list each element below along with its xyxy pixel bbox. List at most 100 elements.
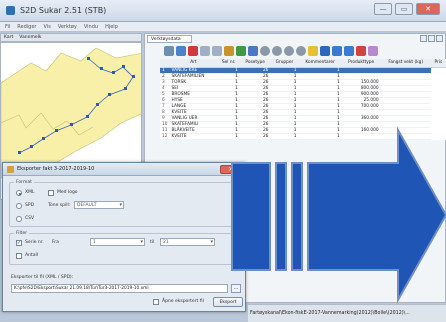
filter-icon[interactable] [248, 46, 258, 56]
table-toolbar [160, 44, 446, 58]
map-land [1, 47, 141, 179]
tone-label: Tone spill: [48, 203, 71, 208]
format-xml-radio[interactable] [16, 190, 22, 196]
col-group-header[interactable]: Grupper [270, 59, 299, 68]
col-comment-header[interactable]: Kommentarer [298, 59, 342, 68]
window-title: S2D Sukar 2.51 (STB) [20, 6, 107, 15]
play-icon[interactable] [284, 46, 294, 56]
menu-window[interactable]: Vindu [84, 24, 98, 30]
antall-label: Antall [25, 253, 38, 258]
window-controls: — ▭ ✕ [374, 3, 440, 15]
chevron-down-icon: ▾ [119, 202, 122, 208]
map-tab-bar: Kart Vannmelk [0, 33, 142, 42]
col-product-type-header[interactable]: Produkttype [341, 59, 381, 68]
table-cell[interactable]: 1 [270, 133, 299, 140]
menu-bar: Fil Rediger Vis Verktøy Vindu Hjelp [0, 22, 446, 32]
table-cell[interactable] [380, 133, 431, 140]
minimize-button[interactable]: — [374, 3, 392, 15]
map-icon[interactable] [320, 46, 330, 56]
export-icon [7, 166, 14, 173]
redo-icon[interactable] [212, 46, 222, 56]
table-body: 1 VANLIG KRE 1 26 1 1 2 SKATEFAMILIEN 1 26 1 1 3 TORS… [160, 67, 446, 140]
status-bar: Fartøyskanal\Ekon-fiskE-2017-Vannemarkin… [248, 304, 446, 322]
browse-button[interactable]: ... [231, 284, 241, 293]
arrow-icon[interactable] [332, 46, 342, 56]
table-cell[interactable] [341, 133, 381, 140]
grid-icon[interactable] [164, 46, 174, 56]
til-select[interactable]: 21 ▾ [160, 238, 215, 246]
pane-minimize-button[interactable] [420, 35, 427, 42]
table-cell[interactable]: 1 [298, 133, 342, 140]
med-logo-checkbox[interactable] [48, 190, 54, 196]
col-catch-weight-header[interactable]: Fangst vekt (kg) [380, 59, 431, 68]
menu-help[interactable]: Hjelp [105, 24, 118, 30]
fra-value: 1 [93, 240, 96, 245]
format-csv-radio[interactable] [16, 216, 22, 222]
maximize-button[interactable]: ▭ [395, 3, 413, 15]
lightbulb-icon[interactable] [308, 46, 318, 56]
import-icon[interactable] [224, 46, 234, 56]
export-dialog: Eksporter fakt 3-2017-2019-10 ✕ Format X… [2, 162, 246, 312]
menu-view[interactable]: Vis [44, 24, 51, 30]
export-path-label: Eksporter til fil (XML / SPD): [11, 275, 74, 280]
format-csv-label: CSV [25, 216, 35, 221]
pause-icon[interactable] [296, 46, 306, 56]
tab-map[interactable]: Kart [4, 35, 13, 40]
tone-value: DEFAULT [77, 203, 97, 208]
dialog-title: Eksporter fakt 3-2017-2019-10 [17, 166, 95, 172]
dialog-close-button[interactable]: ✕ [220, 165, 242, 174]
fra-label: Fra [52, 240, 59, 245]
format-group: Format XML Med logo SPD Tone spill: DEFA… [9, 180, 241, 227]
format-spd-radio[interactable] [16, 203, 22, 209]
menu-edit[interactable]: Rediger [17, 24, 36, 30]
title-bar: S2D Sukar 2.51 (STB) — ▭ ✕ [0, 0, 446, 22]
col-species-header[interactable]: Art [169, 59, 218, 68]
table-cell[interactable]: KVEITE [169, 133, 218, 140]
menu-file[interactable]: Fil [5, 24, 10, 30]
format-spd-label: SPD [25, 203, 35, 208]
filter-group-label: Filter [14, 231, 30, 236]
tab-tool-data[interactable]: Verktøysdata [147, 35, 192, 43]
delete-icon[interactable] [188, 46, 198, 56]
undo-icon[interactable] [200, 46, 210, 56]
til-label: til [150, 240, 155, 245]
format-group-label: Format [14, 180, 34, 185]
pane-close-button[interactable] [436, 35, 443, 42]
close-button[interactable]: ✕ [416, 3, 440, 15]
pane-maximize-button[interactable] [428, 35, 435, 42]
chevron-down-icon: ▾ [210, 239, 213, 245]
navigate-icon[interactable] [344, 46, 354, 56]
filter-group: Filter ✓ Serie nr. Fra 1 ▾ til 21 ▾ Antall [9, 231, 241, 265]
app-icon [6, 6, 15, 15]
open-after-checkbox[interactable] [153, 299, 159, 305]
table-cell[interactable]: 12 [160, 133, 170, 140]
col-price-header[interactable]: Pris [430, 59, 446, 68]
catch-table[interactable]: Art Sel nr. Posetype Grupper Kommentarer… [160, 59, 446, 140]
fra-select[interactable]: 1 ▾ [90, 238, 145, 246]
tab-map-layer[interactable]: Vannmelk [19, 35, 41, 40]
table-row[interactable]: 12 KVEITE 1 26 1 1 [160, 133, 446, 140]
stop-icon[interactable] [272, 46, 282, 56]
export-path-input[interactable]: K:\pfe\S2D\Eksport\Sukar 21.09.18\Tur\Tu… [11, 284, 228, 293]
marker-icon[interactable] [356, 46, 366, 56]
antall-checkbox[interactable] [16, 253, 22, 259]
tone-select[interactable]: DEFAULT ▾ [74, 201, 124, 209]
record-icon[interactable] [260, 46, 270, 56]
med-logo-label: Med logo [57, 190, 78, 195]
serie-checkbox[interactable]: ✓ [16, 240, 22, 246]
edit-icon[interactable] [368, 46, 378, 56]
col-bag-type-header[interactable]: Posetype [239, 59, 271, 68]
table-cell[interactable]: 1 [217, 133, 240, 140]
export-icon[interactable] [236, 46, 246, 56]
table-header-row: Art Sel nr. Posetype Grupper Kommentarer… [160, 59, 446, 68]
save-icon[interactable] [176, 46, 186, 56]
export-button[interactable]: Eksport [213, 297, 243, 307]
til-value: 21 [163, 240, 169, 245]
table-cell[interactable]: 26 [239, 133, 271, 140]
menu-tools[interactable]: Verktøy [58, 24, 77, 30]
col-index-header[interactable] [160, 59, 170, 68]
format-xml-label: XML [25, 190, 35, 195]
col-haul-header[interactable]: Sel nr. [217, 59, 240, 68]
pane-controls [420, 35, 443, 42]
dialog-title-bar: Eksporter fakt 3-2017-2019-10 ✕ [3, 163, 245, 176]
